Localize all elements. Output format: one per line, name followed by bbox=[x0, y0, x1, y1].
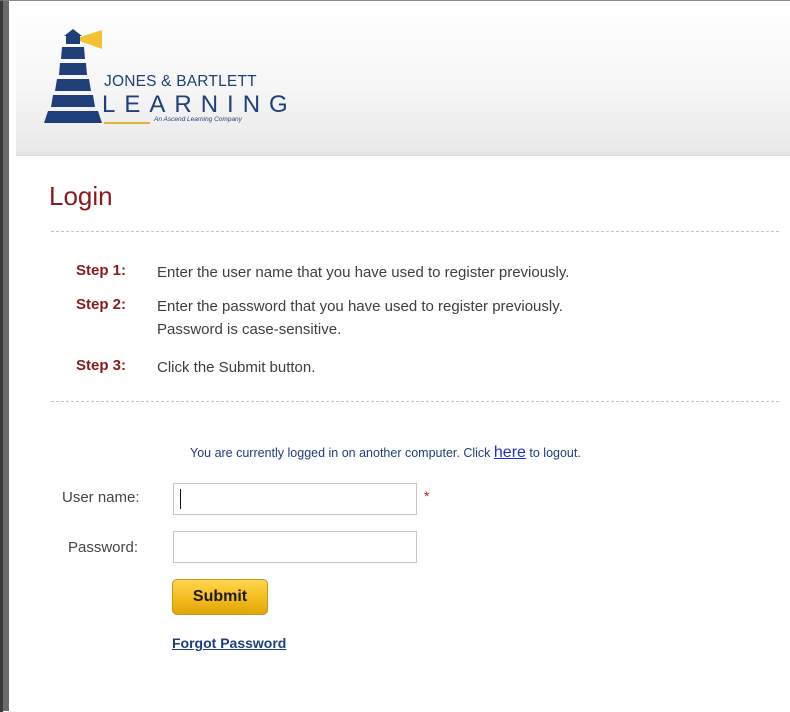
browser-frame: JONES & BARTLETT LEARNING An Ascend Lear… bbox=[0, 0, 790, 712]
brand-learning: LEARNING bbox=[102, 91, 297, 118]
password-input[interactable] bbox=[173, 531, 417, 563]
page-title: Login bbox=[49, 181, 113, 211]
required-marker: * bbox=[424, 488, 430, 504]
step-text: Click the Submit button. bbox=[157, 359, 316, 376]
notice-text-after: to logout. bbox=[525, 446, 581, 460]
logout-link[interactable]: here bbox=[494, 444, 526, 461]
notice-text-before: You are currently logged in on another c… bbox=[190, 446, 494, 460]
username-label: User name: bbox=[62, 489, 140, 506]
step-text: Enter the password that you have used to… bbox=[157, 298, 563, 315]
step-label: Step 3: bbox=[76, 357, 127, 374]
jones-bartlett-logo[interactable]: JONES & BARTLETT LEARNING An Ascend Lear… bbox=[44, 27, 288, 132]
text-cursor bbox=[180, 489, 181, 509]
brand-tagline: An Ascend Learning Company bbox=[154, 116, 242, 123]
step-label: Step 1: bbox=[76, 262, 127, 279]
step-text-line-2: Password is case-sensitive. bbox=[157, 321, 342, 338]
session-notice: You are currently logged in on another c… bbox=[190, 444, 581, 462]
divider-top bbox=[51, 231, 779, 232]
lighthouse-icon bbox=[44, 29, 102, 123]
forgot-password-link[interactable]: Forgot Password bbox=[172, 635, 286, 651]
brand-name: JONES & BARTLETT bbox=[104, 73, 257, 90]
brand-accent-line bbox=[104, 122, 150, 124]
password-label: Password: bbox=[68, 539, 139, 556]
step-label: Step 2: bbox=[76, 296, 127, 313]
step-text: Enter the user name that you have used t… bbox=[157, 264, 570, 281]
site-header: JONES & BARTLETT LEARNING An Ascend Lear… bbox=[16, 5, 790, 156]
submit-button[interactable]: Submit bbox=[172, 579, 268, 615]
divider-bottom bbox=[51, 401, 779, 402]
username-input[interactable] bbox=[173, 483, 417, 515]
